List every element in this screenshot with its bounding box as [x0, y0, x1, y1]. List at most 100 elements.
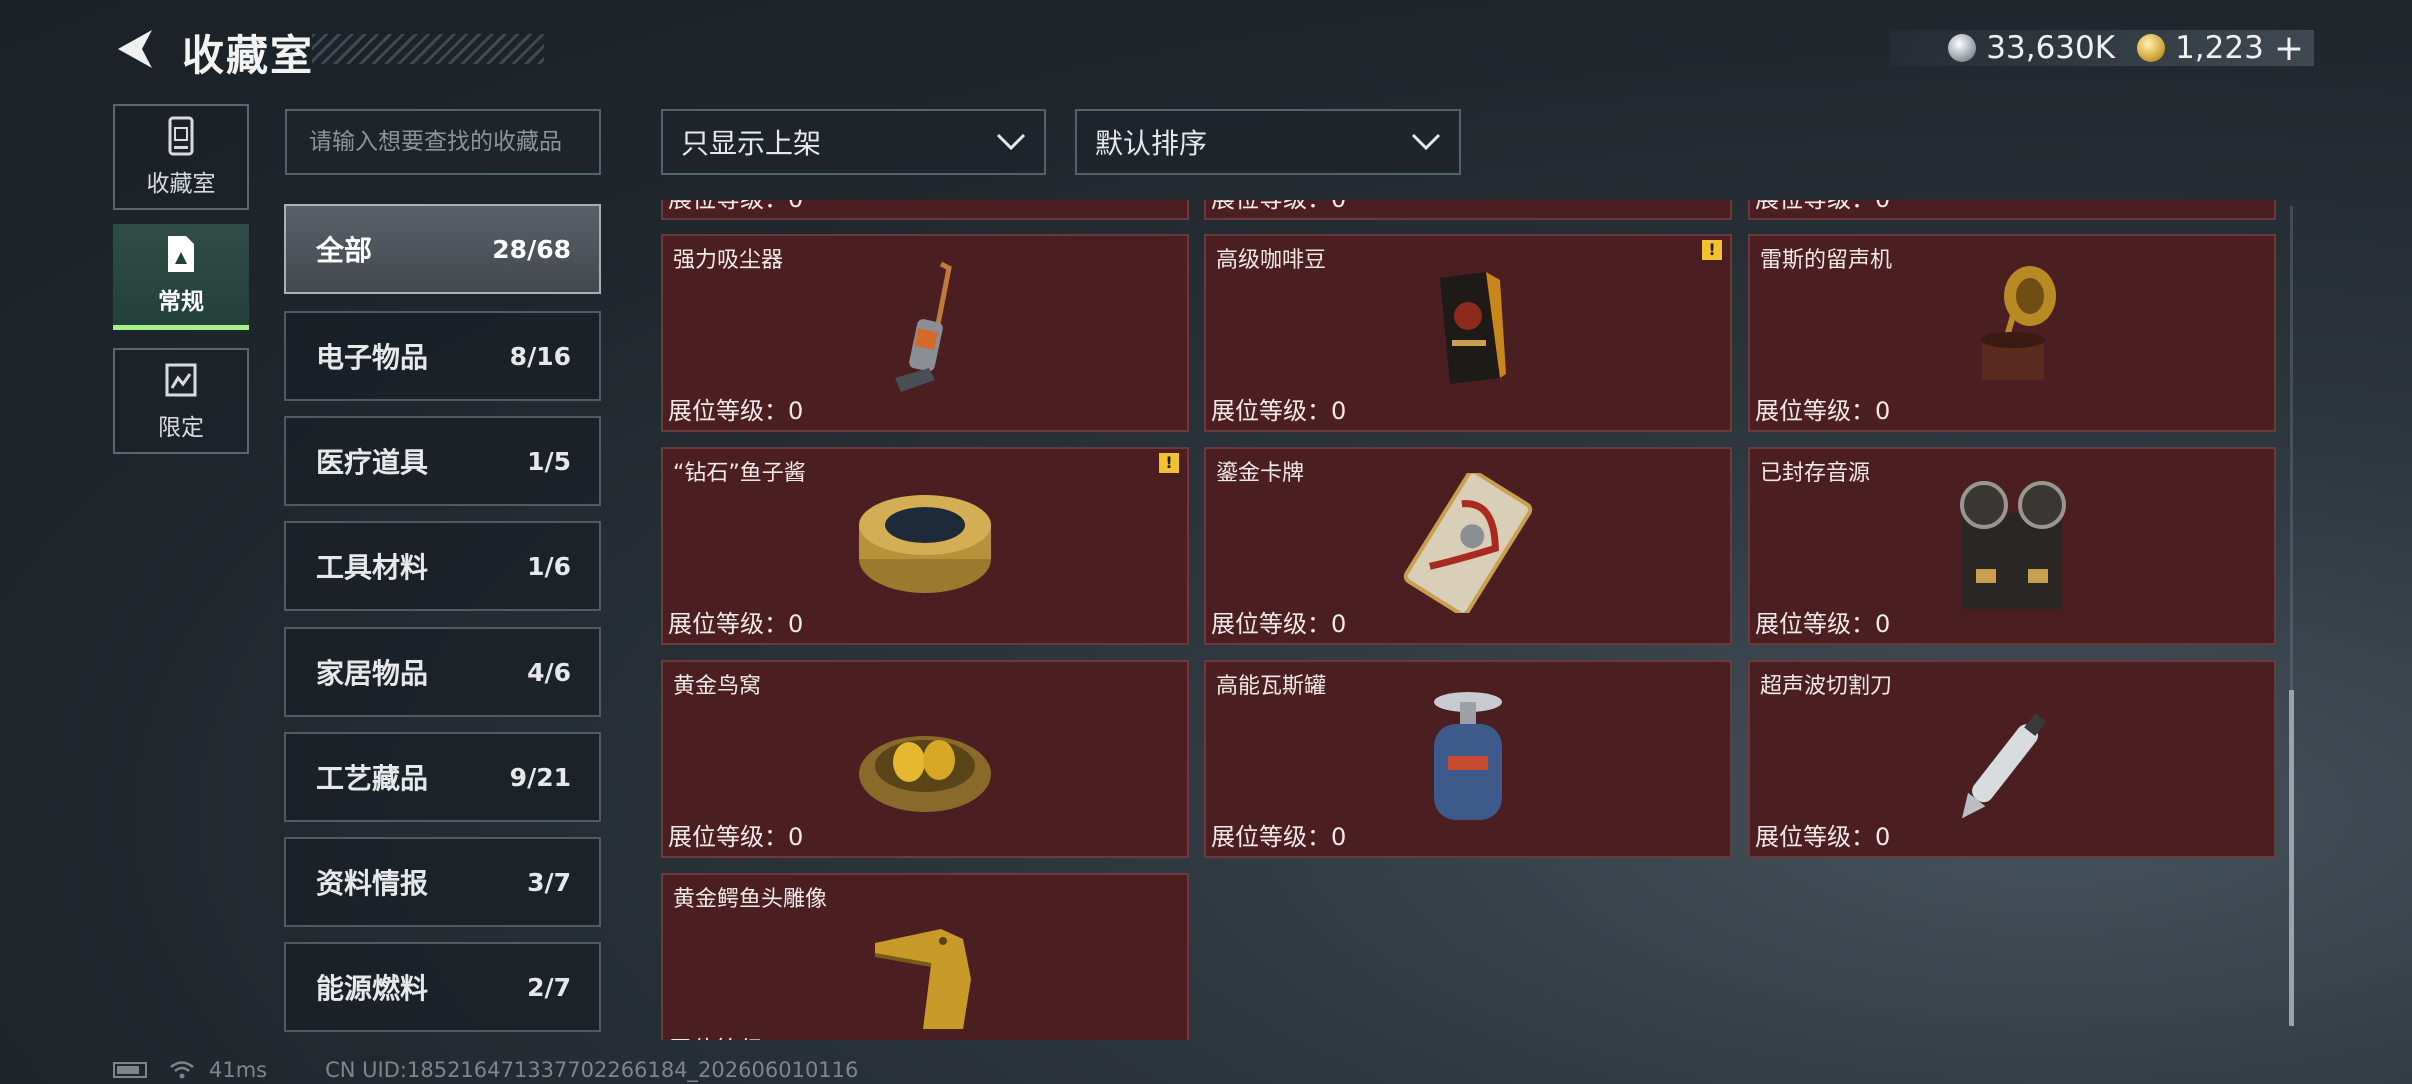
item-name: 超声波切割刀 [1760, 674, 1893, 699]
sort-dropdown[interactable]: 默认排序 [1075, 109, 1461, 175]
item-card-caviar[interactable]: “钻石”鱼子酱 ! 展位等级：0 [661, 447, 1189, 645]
chevron-down-icon [996, 133, 1026, 151]
grid-scrollbar-thumb[interactable] [2289, 690, 2294, 1026]
warning-badge: ! [1159, 453, 1179, 473]
category-label: 电子物品 [316, 341, 429, 374]
crocodile-statue-icon [874, 929, 971, 1029]
add-currency-button[interactable]: + [2274, 28, 2304, 69]
item-name: 黄金鸟窝 [673, 674, 762, 699]
nav-tab-limited[interactable]: 限定 [113, 348, 249, 454]
category-label: 家居物品 [316, 657, 429, 690]
chevron-down-icon [1411, 133, 1441, 151]
category-tools[interactable]: 工具材料 1/6 [284, 521, 601, 611]
battery-icon [113, 1062, 147, 1078]
golden-nest-icon [859, 736, 991, 812]
category-count: 3/7 [527, 867, 571, 897]
item-card-partial[interactable]: 展位等级：0 [1204, 200, 1732, 220]
item-name: 黄金鳄鱼头雕像 [673, 887, 828, 912]
nav-label: 常规 [158, 288, 204, 315]
booth-level: 展位等级：0 [1755, 200, 1890, 214]
category-electronics[interactable]: 电子物品 8/16 [284, 311, 601, 401]
category-count: 4/6 [527, 657, 571, 687]
booth-level: 展位等级：0 [1211, 610, 1347, 638]
category-intel[interactable]: 资料情报 3/7 [284, 837, 601, 927]
shelf-filter-dropdown[interactable]: 只显示上架 [661, 109, 1046, 175]
regular-icon [168, 235, 194, 272]
item-name: 高能瓦斯罐 [1216, 674, 1327, 699]
category-label: 工具材料 [316, 551, 429, 584]
gas-canister-icon [1434, 692, 1502, 820]
vacuum-cleaner-icon [895, 261, 952, 392]
item-card-gas-canister[interactable]: 高能瓦斯罐 展位等级：0 [1204, 660, 1732, 858]
item-card-gramophone[interactable]: 雷斯的留声机 展位等级：0 [1748, 234, 2276, 432]
nav-label: 收藏室 [146, 171, 216, 197]
shelf-filter-value: 只显示上架 [681, 127, 822, 160]
item-name: 雷斯的留声机 [1760, 248, 1893, 273]
category-label: 资料情报 [316, 867, 429, 900]
silver-amount: 33,630K [1986, 30, 2116, 66]
category-crafts[interactable]: 工艺藏品 9/21 [284, 732, 601, 822]
booth-level: 展位等级：0 [1211, 200, 1346, 214]
collection-room-icon [168, 116, 194, 156]
page-title: 收藏室 [182, 31, 315, 80]
item-card-vacuum[interactable]: 强力吸尘器 展位等级：0 [661, 234, 1189, 432]
item-card-partial[interactable]: 展位等级：0 [661, 200, 1189, 220]
wifi-icon [170, 1061, 194, 1079]
booth-level: 展位等级：0 [1211, 397, 1347, 425]
booth-level: 展位等级：0 [1755, 397, 1891, 425]
category-count: 9/21 [509, 762, 571, 792]
booth-level: 展位等级：0 [1755, 823, 1891, 851]
item-card-partial[interactable]: 展位等级：0 [1748, 200, 2276, 220]
ping-value: 41ms [209, 1058, 268, 1082]
back-button[interactable] [112, 26, 158, 72]
booth-level: 展位等级：0 [668, 200, 803, 214]
item-card-gilded-card[interactable]: 鎏金卡牌 展位等级：0 [1204, 447, 1732, 645]
caviar-tin-icon [859, 495, 991, 593]
category-household[interactable]: 家居物品 4/6 [284, 627, 601, 717]
nav-label: 限定 [158, 415, 204, 441]
category-all[interactable]: 全部 28/68 [284, 204, 601, 294]
gold-amount: 1,223 [2175, 30, 2264, 66]
title-decoration [312, 34, 544, 64]
search-input[interactable] [285, 109, 601, 175]
category-label: 工艺藏品 [316, 762, 429, 795]
limited-icon [165, 363, 197, 397]
item-grid: 展位等级：0 展位等级：0 展位等级：0 强力吸尘器 展位等级：0 高级咖啡豆 … [661, 200, 2276, 1040]
category-label: 医疗道具 [316, 446, 429, 479]
item-card-crocodile-statue[interactable]: 黄金鳄鱼头雕像 展位等级：0 [661, 873, 1189, 1040]
category-label: 全部 [316, 234, 373, 267]
currency-bar: 33,630K 1,223 + [1890, 28, 2314, 69]
gilded-card-icon [1403, 473, 1533, 613]
silver-coin-icon [1948, 34, 1977, 62]
nav-tab-regular[interactable]: 常规 [113, 224, 249, 330]
item-name: 鎏金卡牌 [1216, 461, 1305, 486]
item-card-golden-nest[interactable]: 黄金鸟窝 展位等级：0 [661, 660, 1189, 858]
warning-badge: ! [1702, 240, 1722, 260]
back-arrow-icon [118, 30, 152, 68]
status-footer: 41ms CN UID:18521647133770226618​4_20260… [113, 1058, 858, 1082]
booth-level: 展位等级：0 [1755, 610, 1891, 638]
item-card-coffee[interactable]: 高级咖啡豆 ! 展位等级：0 [1204, 234, 1732, 432]
item-name: 已封存音源 [1760, 461, 1871, 486]
ultrasonic-cutter-icon [1961, 713, 2047, 819]
booth-level: 展位等级：0 [668, 610, 804, 638]
category-label: 能源燃料 [316, 972, 429, 1005]
booth-level: 展位等级：0 [668, 397, 804, 425]
reel-recorder-icon [1960, 481, 2066, 609]
category-energy[interactable]: 能源燃料 2/7 [284, 942, 601, 1032]
category-count: 1/5 [527, 446, 571, 476]
category-count: 8/16 [509, 341, 571, 371]
category-count: 1/6 [527, 551, 571, 581]
item-name: “钻石”鱼子酱 [673, 461, 806, 486]
uid-text: CN UID:18521647133770226618​4_2026060101… [325, 1058, 859, 1082]
category-count: 28/68 [492, 234, 571, 264]
category-medical[interactable]: 医疗道具 1/5 [284, 416, 601, 506]
booth-level: 展位等级：0 [1211, 823, 1347, 851]
item-card-reel-recorder[interactable]: 已封存音源 展位等级：0 [1748, 447, 2276, 645]
item-card-ultrasonic-cutter[interactable]: 超声波切割刀 展位等级：0 [1748, 660, 2276, 858]
booth-level: 展位等级：0 [668, 823, 804, 851]
coffee-beans-icon [1440, 272, 1506, 384]
nav-tab-collection-room[interactable]: 收藏室 [113, 104, 249, 210]
gramophone-icon [1981, 266, 2056, 380]
category-count: 2/7 [527, 972, 571, 1002]
